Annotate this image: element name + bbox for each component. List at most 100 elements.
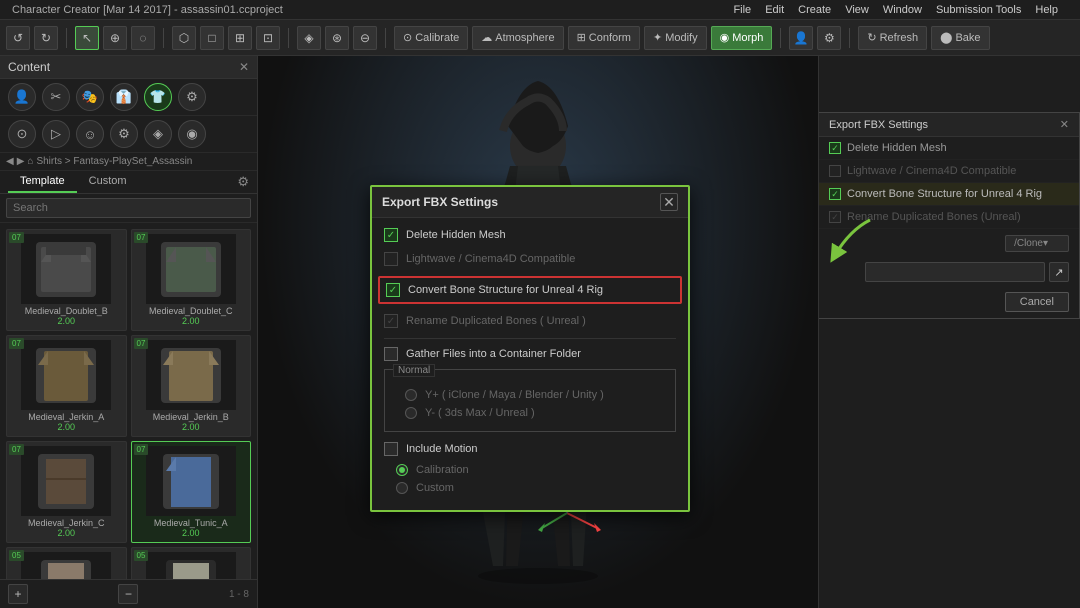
tool5[interactable]: ⊞ [228, 26, 252, 50]
right-panel: Export FBX Settings ✕ ✓ Delete Hidden Me… [818, 56, 1080, 608]
normal-radio-y-minus[interactable] [405, 407, 417, 419]
item-label: Medieval_Jerkin_C [28, 518, 105, 528]
undo-btn[interactable]: ↺ [6, 26, 30, 50]
bg-modal-close-icon: ✕ [1060, 118, 1069, 131]
include-motion-checkbox[interactable] [384, 442, 398, 456]
item-label: Medieval_Doublet_C [149, 306, 233, 316]
bg-label-rename: Rename Duplicated Bones (Unreal) [847, 211, 1021, 223]
list-item[interactable]: 07 Medieval_Tunic_A 2.00 [131, 441, 252, 543]
icon-morph[interactable]: ◈ [144, 120, 172, 148]
calibration-label: Calibration [416, 464, 469, 476]
convert-bone-checkbox[interactable]: ✓ [386, 283, 400, 297]
item-image [21, 552, 111, 579]
icon-expression[interactable]: ☺ [76, 120, 104, 148]
sep2 [163, 28, 164, 48]
modify-btn[interactable]: ✦ Modify [644, 26, 707, 50]
menu-create[interactable]: Create [798, 4, 831, 16]
bg-checkbox-convert: ✓ [829, 188, 841, 200]
move-tool[interactable]: ⊕ [103, 26, 127, 50]
menu-edit[interactable]: Edit [765, 4, 784, 16]
panel-collapse-icon[interactable]: ✕ [239, 60, 249, 74]
calibration-radio[interactable] [396, 464, 408, 476]
item-image [146, 446, 236, 516]
item-badge: 07 [134, 338, 149, 349]
search-input[interactable] [6, 198, 251, 218]
menu-window[interactable]: Window [883, 4, 922, 16]
lightwave-row: Lightwave / Cinema4D Compatible [384, 252, 676, 266]
tool8[interactable]: ⊛ [325, 26, 349, 50]
nav-back-icon[interactable]: ◀ [6, 156, 14, 167]
calibrate-btn[interactable]: ⊙ Calibrate [394, 26, 468, 50]
tool3[interactable]: ⬡ [172, 26, 196, 50]
menu-submission-tools[interactable]: Submission Tools [936, 4, 1021, 16]
menu-view[interactable]: View [845, 4, 869, 16]
select-tool[interactable]: ↖ [75, 26, 99, 50]
conform-btn[interactable]: ⊞ Conform [568, 26, 640, 50]
icon-row-1: 👤 ✂ 🎭 👔 👕 ⚙ [0, 79, 257, 116]
item-image [21, 446, 111, 516]
modal-title: Export FBX Settings [382, 195, 498, 209]
list-item[interactable]: 07 Medieval_Doublet_C 2.00 [131, 229, 252, 331]
bg-modal-row: ✓ Convert Bone Structure for Unreal 4 Ri… [819, 183, 1079, 206]
settings-btn[interactable]: ⚙ [817, 26, 841, 50]
bg-checkbox-delete: ✓ [829, 142, 841, 154]
menu-file[interactable]: File [733, 4, 751, 16]
rotate-tool[interactable]: ◌ [131, 26, 155, 50]
tab-template[interactable]: Template [8, 171, 77, 193]
list-item[interactable]: 07 Medieval_Jerkin_B 2.00 [131, 335, 252, 437]
delete-hidden-checkbox[interactable]: ✓ [384, 228, 398, 242]
normal-radio-y-plus[interactable] [405, 389, 417, 401]
item-image [146, 234, 236, 304]
window-title: Character Creator [Mar 14 2017] - assass… [12, 4, 283, 16]
icon-material[interactable]: ◉ [178, 120, 206, 148]
list-item[interactable]: 07 Medieval_Doublet_B 2.00 [6, 229, 127, 331]
normal-section-header: Normal [393, 362, 667, 383]
tab-custom[interactable]: Custom [77, 171, 139, 193]
menu-help[interactable]: Help [1035, 4, 1058, 16]
item-image [146, 340, 236, 410]
add-btn[interactable]: + [8, 584, 28, 604]
list-item[interactable]: 07 Medieval_Jerkin_C 2.00 [6, 441, 127, 543]
refresh-btn[interactable]: ↻ Refresh [858, 26, 927, 50]
search-row [0, 194, 257, 223]
rename-bones-checkbox[interactable]: ✓ [384, 314, 398, 328]
custom-radio[interactable] [396, 482, 408, 494]
home-icon[interactable]: ⌂ [27, 156, 33, 167]
menu-bar: Character Creator [Mar 14 2017] - assass… [0, 0, 1080, 20]
tool6[interactable]: ⊡ [256, 26, 280, 50]
remove-btn[interactable]: − [118, 584, 138, 604]
items-grid: 07 Medieval_Doublet_B 2.00 07 [0, 223, 257, 579]
icon-accessories[interactable]: ⚙ [178, 83, 206, 111]
list-item[interactable]: 07 Medieval_Jerkin_A 2.00 [6, 335, 127, 437]
list-item[interactable]: 05 [6, 547, 127, 579]
item-image [21, 340, 111, 410]
nav-fwd-icon[interactable]: ▶ [17, 156, 25, 167]
icon-tools2[interactable]: ⚙ [110, 120, 138, 148]
icon-motion[interactable]: ▷ [42, 120, 70, 148]
bake-btn[interactable]: ⬤ Bake [931, 26, 989, 50]
morph-btn[interactable]: ◉ Morph [711, 26, 773, 50]
item-image [21, 234, 111, 304]
tool4[interactable]: □ [200, 26, 224, 50]
avatar-btn[interactable]: 👤 [789, 26, 813, 50]
panel-title: Content [8, 60, 50, 74]
list-item[interactable]: 05 [131, 547, 252, 579]
tool7[interactable]: ◈ [297, 26, 321, 50]
tab-settings-icon[interactable]: ⚙ [237, 174, 249, 190]
convert-bone-label: Convert Bone Structure for Unreal 4 Rig [408, 284, 603, 296]
normal-y-plus-label: Y+ ( iClone / Maya / Blender / Unity ) [425, 389, 604, 401]
redo-btn[interactable]: ↻ [34, 26, 58, 50]
normal-section: Normal Y+ ( iClone / Maya / Blender / Un… [384, 369, 676, 432]
icon-customize[interactable]: ✂ [42, 83, 70, 111]
icon-body[interactable]: 👤 [8, 83, 36, 111]
icon-hair[interactable]: 🎭 [76, 83, 104, 111]
icon-shirt[interactable]: 👕 [144, 83, 172, 111]
icon-clothes[interactable]: 👔 [110, 83, 138, 111]
item-badge: 07 [9, 338, 24, 349]
gather-files-checkbox[interactable] [384, 347, 398, 361]
atmosphere-btn[interactable]: ☁ Atmosphere [472, 26, 563, 50]
tool9[interactable]: ⊖ [353, 26, 377, 50]
icon-pose[interactable]: ⊙ [8, 120, 36, 148]
lightwave-checkbox[interactable] [384, 252, 398, 266]
modal-close-button[interactable]: ✕ [660, 193, 678, 211]
